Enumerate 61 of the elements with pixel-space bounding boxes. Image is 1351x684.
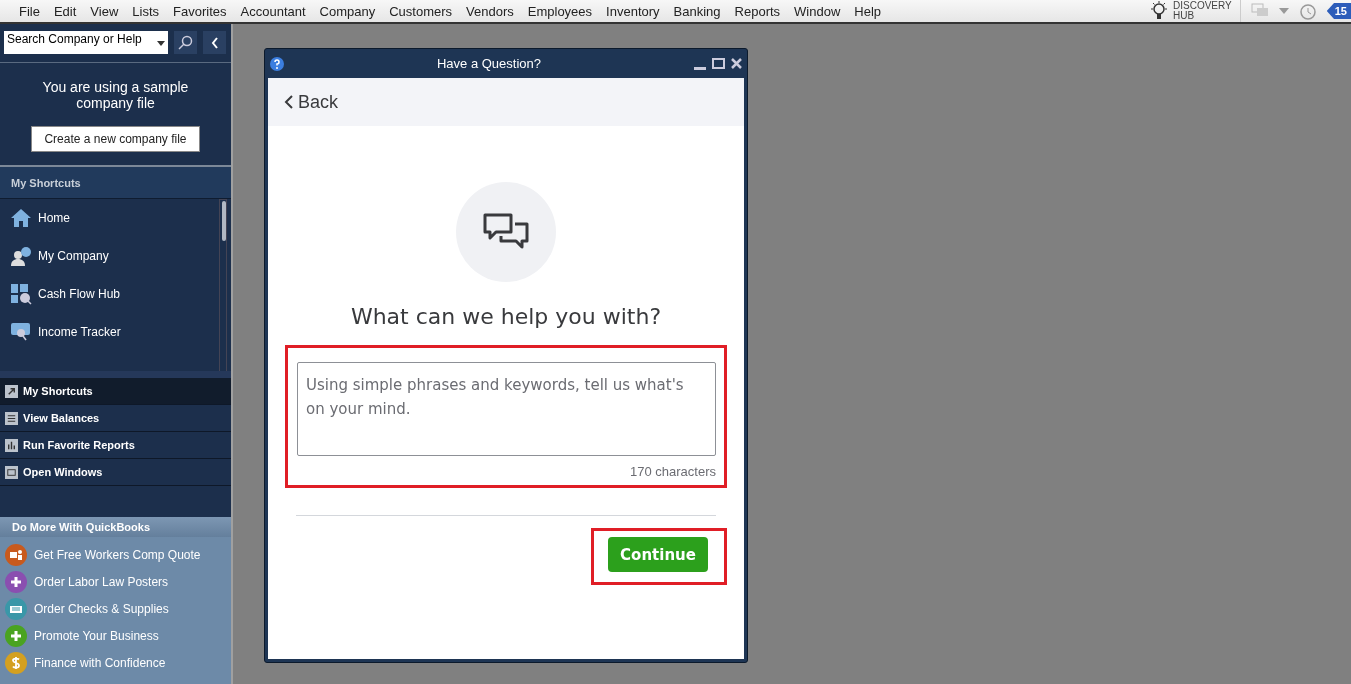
menu-item[interactable]: Window (787, 3, 848, 19)
dialog-title: Have a Question? (435, 56, 543, 71)
menu-item[interactable]: Favorites (166, 3, 234, 19)
window-icon (5, 465, 18, 479)
section-header: My Shortcuts (0, 167, 231, 199)
sample-notice-text: You are using a sample company file (41, 79, 190, 111)
nav-tab[interactable]: My Shortcuts (0, 378, 231, 405)
character-counter: 170 characters (630, 464, 716, 479)
people-icon (9, 548, 23, 561)
menu-item[interactable]: Employees (520, 3, 600, 19)
question-field[interactable]: Using simple phrases and keywords, tell us what's on your mind. (297, 362, 716, 456)
menu-item[interactable]: Banking (666, 3, 728, 19)
house-icon (10, 208, 32, 228)
search-button[interactable] (174, 31, 197, 54)
close-icon[interactable] (731, 58, 742, 69)
alarm-clock-icon[interactable] (1298, 2, 1317, 20)
discovery-hub-button[interactable]: DISCOVERY HUB (1142, 0, 1241, 22)
chevron-left-icon (210, 36, 219, 49)
search-field[interactable]: Search Company or Help (4, 31, 168, 54)
back-link[interactable]: Back (284, 91, 339, 113)
plus-icon (10, 575, 22, 588)
dashboard-icon (10, 283, 32, 305)
collapse-button[interactable] (203, 31, 226, 54)
chevron-left-icon (284, 94, 294, 110)
scrollbar[interactable] (219, 199, 227, 371)
menu-item[interactable]: Lists (125, 3, 167, 19)
bar-chart-icon (5, 438, 18, 452)
chat-magnifier-icon (10, 321, 32, 343)
menu-item[interactable]: Customers (382, 3, 460, 19)
menu-item[interactable]: Vendors (459, 3, 521, 19)
promo-link[interactable]: Finance with Confidence (0, 649, 231, 676)
create-company-button[interactable]: Create a new company file (31, 126, 200, 152)
list-icon (5, 411, 18, 425)
menu-item[interactable]: Company (312, 3, 383, 19)
menu-item[interactable]: Inventory (599, 3, 667, 19)
reminder-count-badge: 15 (1326, 3, 1351, 19)
promo-link[interactable]: Order Labor Law Posters (0, 568, 231, 595)
promo-link[interactable]: Order Checks & Supplies (0, 595, 231, 622)
menu-item[interactable]: Edit (46, 3, 84, 19)
person-icon (10, 246, 32, 266)
promo-link[interactable]: Get Free Workers Comp Quote (0, 541, 231, 568)
caret-icon (157, 41, 165, 46)
maximize-icon[interactable] (712, 58, 725, 69)
plus-icon (10, 629, 22, 642)
shortcut-item[interactable]: Home (0, 199, 231, 237)
menu-item[interactable]: View (83, 3, 126, 19)
shortcut-item[interactable]: Income Tracker (0, 313, 231, 351)
section-header: Do More With QuickBooks (0, 517, 231, 537)
discovery-hub-label: DISCOVERY HUB (1173, 1, 1232, 21)
menu-item[interactable]: Reports (727, 3, 788, 19)
menu-item[interactable]: File (12, 3, 47, 19)
promo-link[interactable]: Promote Your Business (0, 622, 231, 649)
help-icon[interactable] (270, 56, 284, 71)
arrow-icon (5, 384, 18, 398)
dialog-heading: What can we help you with? (350, 304, 662, 329)
menu-item[interactable]: Accountant (233, 3, 313, 19)
shortcut-item[interactable]: My Company (0, 237, 231, 275)
search-icon (178, 35, 193, 50)
dollar-icon (11, 655, 21, 670)
shortcut-item[interactable]: Cash Flow Hub (0, 275, 231, 313)
menu-item[interactable]: Help (847, 3, 889, 19)
